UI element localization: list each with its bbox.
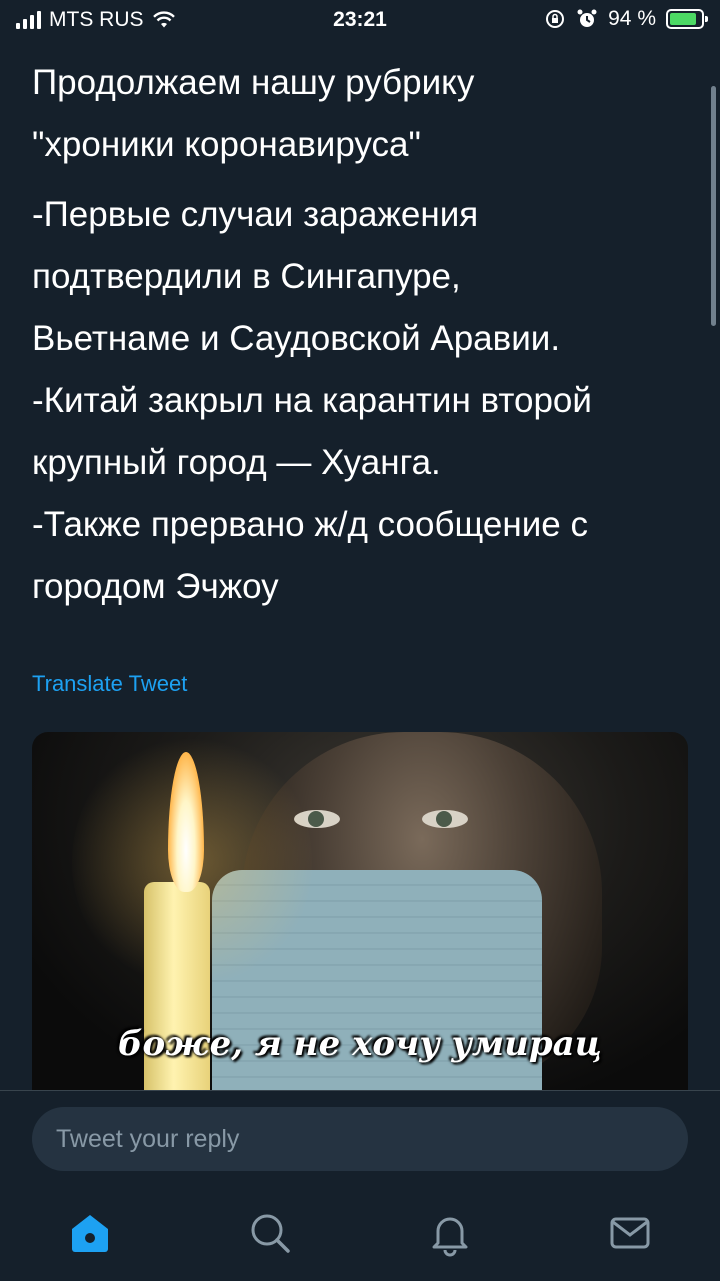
tweet-text: Продолжаем нашу рубрику "хроники коронав… <box>32 52 702 618</box>
battery-charging-icon <box>666 9 708 29</box>
notifications-icon <box>432 1217 468 1257</box>
tweet-heading-line: Продолжаем нашу рубрику <box>32 63 475 102</box>
tweet-body-line: городом Эчжоу <box>32 567 279 606</box>
tab-messages[interactable] <box>606 1209 654 1257</box>
battery-percent: 94 % <box>608 7 656 30</box>
reply-area: Tweet your reply <box>0 1090 720 1281</box>
media-eye <box>422 810 468 828</box>
tweet-heading-line: "хроники коронавируса" <box>32 125 421 164</box>
tab-search[interactable] <box>246 1209 294 1257</box>
tweet-body-line: -Китай закрыл на карантин второй <box>32 381 592 420</box>
tweet-body-line: крупный город — Хуанга. <box>32 443 441 482</box>
media-caption: боже, я не хочу умирац <box>117 1024 602 1064</box>
tweet-body-line: -Первые случаи заражения <box>32 195 479 234</box>
tab-home[interactable] <box>66 1209 114 1257</box>
reply-input[interactable]: Tweet your reply <box>32 1107 688 1171</box>
status-bar: MTS RUS 23:21 94 % <box>0 0 720 40</box>
tweet-body: -Первые случаи заражения подтвердили в С… <box>32 184 702 618</box>
tweet-media[interactable]: боже, я не хочу умирац <box>32 732 688 1090</box>
messages-icon <box>610 1217 650 1249</box>
home-icon <box>72 1215 108 1252</box>
tweet-body-line: Вьетнаме и Саудовской Аравии. <box>32 319 561 358</box>
alarm-icon <box>577 9 597 27</box>
orientation-lock-icon <box>546 10 565 28</box>
tweet-body-line: подтвердили в Сингапуре, <box>32 257 461 296</box>
tweet-body-line: -Также прервано ж/д сообщение с <box>32 505 588 544</box>
status-right: 94 % <box>544 7 708 31</box>
translate-tweet-link[interactable]: Translate Tweet <box>32 671 187 697</box>
scroll-indicator[interactable] <box>711 86 716 326</box>
tab-bar <box>0 1201 720 1271</box>
search-icon <box>251 1214 290 1253</box>
tab-notifications[interactable] <box>426 1209 474 1257</box>
